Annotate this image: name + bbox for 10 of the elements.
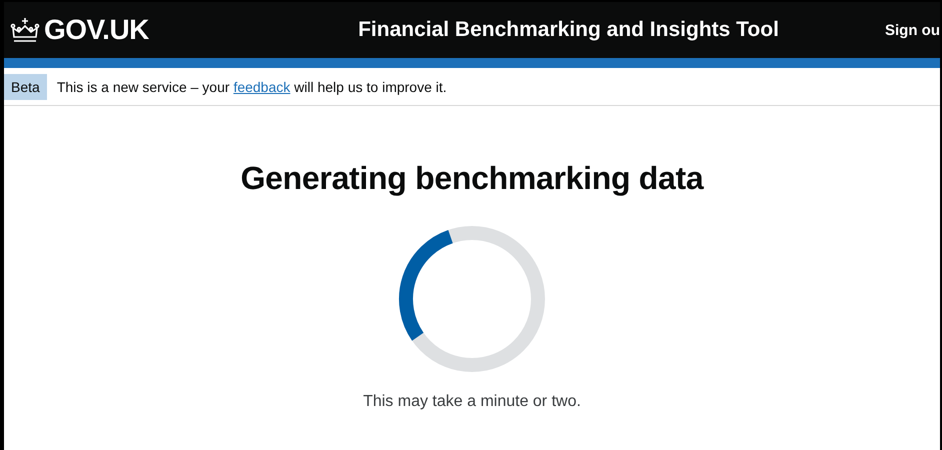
sign-out-link[interactable]: Sign ou	[885, 22, 940, 38]
wait-message: This may take a minute or two.	[363, 393, 581, 411]
loading-spinner-icon	[398, 225, 546, 373]
crown-icon	[10, 17, 40, 43]
govuk-logo[interactable]: GOV.UK	[44, 14, 149, 46]
banner-message: This is a new service – your feedback will help us to improve it.	[56, 78, 447, 94]
beta-tag: Beta	[4, 74, 47, 100]
feedback-link[interactable]: feedback	[233, 78, 290, 94]
page-heading: Generating benchmarking data	[240, 160, 704, 197]
service-name[interactable]: Financial Benchmarking and Insights Tool	[310, 18, 827, 42]
